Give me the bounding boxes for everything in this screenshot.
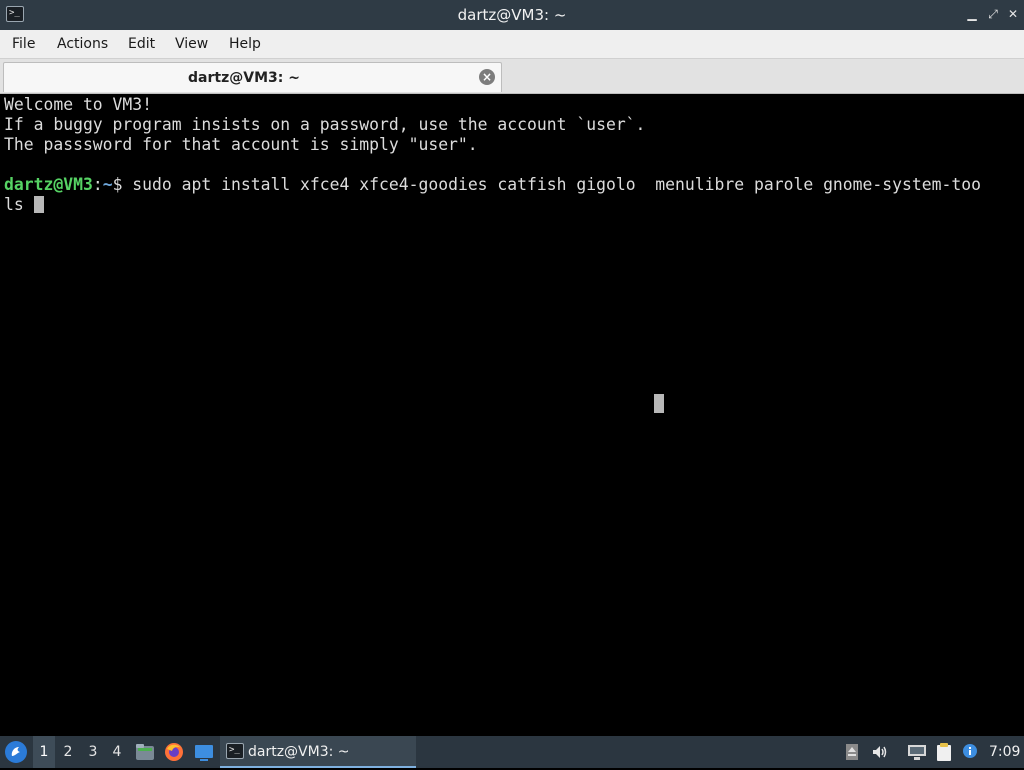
- command-continuation: ls: [4, 195, 1024, 215]
- info-badge-icon: [963, 744, 977, 758]
- show-desktop-icon[interactable]: [193, 741, 215, 763]
- tab-bar: dartz@VM3: ~ ×: [0, 59, 1024, 94]
- maximize-button[interactable]: ⤢: [986, 7, 1000, 21]
- taskbar-window-terminal[interactable]: >_ dartz@VM3: ~: [220, 736, 416, 768]
- firefox-icon[interactable]: [163, 741, 185, 763]
- window-titlebar[interactable]: >_ dartz@VM3: ~ ▁ ⤢ ✕: [0, 0, 1024, 30]
- text-cursor: [33, 196, 44, 213]
- menu-edit[interactable]: Edit: [126, 30, 157, 59]
- terminal-line: The passsword for that account is simply…: [4, 135, 478, 154]
- prompt-path: ~: [102, 175, 113, 194]
- workspace-1[interactable]: 1: [33, 736, 55, 768]
- browser-icon: [165, 743, 183, 761]
- notification-icon[interactable]: [960, 742, 980, 762]
- terminal-line: If a buggy program insists on a password…: [4, 115, 646, 134]
- terminal-line: Welcome to VM3!: [4, 95, 153, 114]
- wired-network-icon: [908, 745, 926, 760]
- task-label: dartz@VM3: ~: [248, 744, 350, 760]
- eject-icon[interactable]: [842, 742, 862, 762]
- file-manager-icon[interactable]: [134, 741, 156, 763]
- prompt-symbol: $: [112, 175, 123, 194]
- minimize-button[interactable]: ▁: [965, 7, 979, 21]
- desktop-icon: [195, 745, 213, 761]
- workspace-3[interactable]: 3: [82, 736, 104, 768]
- menu-help[interactable]: Help: [227, 30, 263, 59]
- menu-view[interactable]: View: [173, 30, 210, 59]
- network-icon[interactable]: [906, 742, 926, 762]
- clock[interactable]: 7:09: [989, 736, 1020, 768]
- menu-file[interactable]: File: [10, 30, 37, 59]
- clipboard-icon[interactable]: [934, 742, 954, 762]
- prompt-separator: :: [92, 175, 103, 194]
- eject-shape-icon: [846, 744, 858, 760]
- tab-terminal[interactable]: dartz@VM3: ~ ×: [3, 62, 502, 92]
- menu-actions[interactable]: Actions: [55, 30, 110, 59]
- taskbar: 1 2 3 4 >_ dartz@VM3: ~ 7:09: [0, 736, 1024, 768]
- menu-bar: File Actions Edit View Help: [0, 30, 1024, 59]
- command-text: sudo apt install xfce4 xfce4-goodies cat…: [122, 175, 981, 194]
- prompt-line: dartz@VM3:~$ sudo apt install xfce4 xfce…: [4, 175, 1024, 195]
- window-title: dartz@VM3: ~: [457, 6, 567, 24]
- speaker-icon: [873, 746, 887, 758]
- tab-label: dartz@VM3: ~: [188, 70, 300, 86]
- terminal-task-icon: >_: [226, 743, 244, 759]
- workspace-4[interactable]: 4: [106, 736, 128, 768]
- command-text-wrap: ls: [4, 195, 34, 214]
- terminal-output[interactable]: Welcome to VM3! If a buggy program insis…: [0, 94, 1024, 736]
- close-button[interactable]: ✕: [1006, 7, 1020, 21]
- mouse-ibeam-cursor: [654, 394, 664, 413]
- start-menu-icon[interactable]: [5, 741, 27, 763]
- tab-close-icon[interactable]: ×: [479, 69, 495, 85]
- folder-icon: [136, 744, 154, 760]
- workspace-2[interactable]: 2: [57, 736, 79, 768]
- start-logo-icon: [6, 742, 26, 762]
- volume-icon[interactable]: [870, 742, 890, 762]
- prompt-user-host: dartz@VM3: [4, 175, 93, 194]
- clipboard-shape-icon: [937, 743, 951, 761]
